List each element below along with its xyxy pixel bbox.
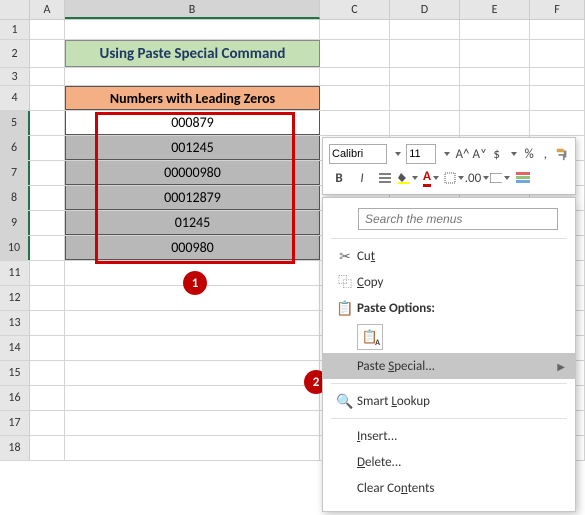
row-header[interactable]: 13 [0,311,30,335]
select-all-corner[interactable] [0,0,30,19]
mini-toolbar: A^ A˅ $ % , B I A .00 [322,137,576,195]
data-cell[interactable]: 01245 [65,211,320,235]
callout-badge-1: 1 [183,271,207,295]
row-header[interactable]: 1 [0,20,30,39]
italic-button[interactable]: I [352,168,372,188]
increase-font-button[interactable]: A^ [456,144,470,164]
decrease-font-button[interactable]: A˅ [473,144,488,164]
row-header[interactable]: 14 [0,336,30,360]
col-header-E[interactable]: E [460,0,530,19]
row-header[interactable]: 15 [0,361,30,385]
row-header[interactable]: 16 [0,386,30,410]
data-cell[interactable]: 000980 [65,236,320,260]
row-header[interactable]: 6 [0,136,30,160]
title-cell[interactable]: Using Paste Special Command [65,40,320,67]
menu-clear-contents[interactable]: Clear Contents [323,475,575,501]
col-header-F[interactable]: F [530,0,585,19]
percent-button[interactable]: % [523,144,536,164]
menu-cut[interactable]: ✂ Cut [323,243,575,269]
row-header[interactable]: 17 [0,411,30,435]
data-cell[interactable]: 000879 [65,111,320,135]
scissors-icon: ✂ [333,248,357,265]
column-headers: A B C D E F [0,0,585,20]
format-painter-icon[interactable] [555,144,569,164]
search-icon: 🔍 [333,393,357,410]
context-menu: ✂ Cut ⿻ Copy 📋 Paste Options: 📋 Paste Sp… [322,197,576,512]
font-color-button[interactable]: A [421,168,441,188]
row-header[interactable]: 9 [0,211,30,235]
align-button[interactable] [375,168,395,188]
row-header[interactable]: 7 [0,161,30,185]
comma-button[interactable]: , [539,144,552,164]
col-header-D[interactable]: D [390,0,460,19]
conditional-format-icon[interactable] [513,168,533,188]
currency-dropdown[interactable] [506,144,519,164]
font-dropdown-icon[interactable] [390,144,403,164]
row-header[interactable]: 4 [0,86,30,110]
size-dropdown-icon[interactable] [439,144,452,164]
paste-default-icon[interactable]: 📋 [357,324,383,350]
font-size-select[interactable] [406,144,436,164]
merge-button[interactable] [490,168,510,188]
row-header[interactable]: 5 [0,111,30,135]
currency-button[interactable]: $ [490,144,503,164]
borders-button[interactable] [444,168,464,188]
menu-search-input[interactable] [358,208,558,230]
menu-paste-special[interactable]: Paste Special... ▶ [323,353,575,379]
clipboard-icon: 📋 [333,300,357,317]
data-cell[interactable]: 00000980 [65,161,320,185]
row-header[interactable]: 11 [0,261,30,285]
menu-smart-lookup[interactable]: 🔍 Smart Lookup [323,388,575,414]
copy-icon: ⿻ [333,272,357,292]
row-header[interactable]: 10 [0,236,30,260]
menu-copy[interactable]: ⿻ Copy [323,269,575,295]
menu-insert[interactable]: Insert... [323,423,575,449]
bold-button[interactable]: B [329,168,349,188]
font-select[interactable] [329,144,387,164]
row-header[interactable]: 2 [0,40,30,67]
row-header[interactable]: 12 [0,286,30,310]
menu-delete[interactable]: Delete... [323,449,575,475]
chevron-right-icon: ▶ [557,360,565,373]
data-cell[interactable]: 001245 [65,136,320,160]
decimal-button[interactable]: .00 [467,168,487,188]
data-cell[interactable]: 00012879 [65,186,320,210]
menu-paste-options-label: 📋 Paste Options: [323,295,575,321]
row-header[interactable]: 3 [0,68,30,85]
table-header-cell[interactable]: Numbers with Leading Zeros [65,86,320,110]
row-header[interactable]: 8 [0,186,30,210]
col-header-A[interactable]: A [30,0,65,19]
fill-color-button[interactable] [398,168,418,188]
col-header-C[interactable]: C [320,0,390,19]
col-header-B[interactable]: B [65,0,320,19]
row-header[interactable]: 18 [0,436,30,460]
